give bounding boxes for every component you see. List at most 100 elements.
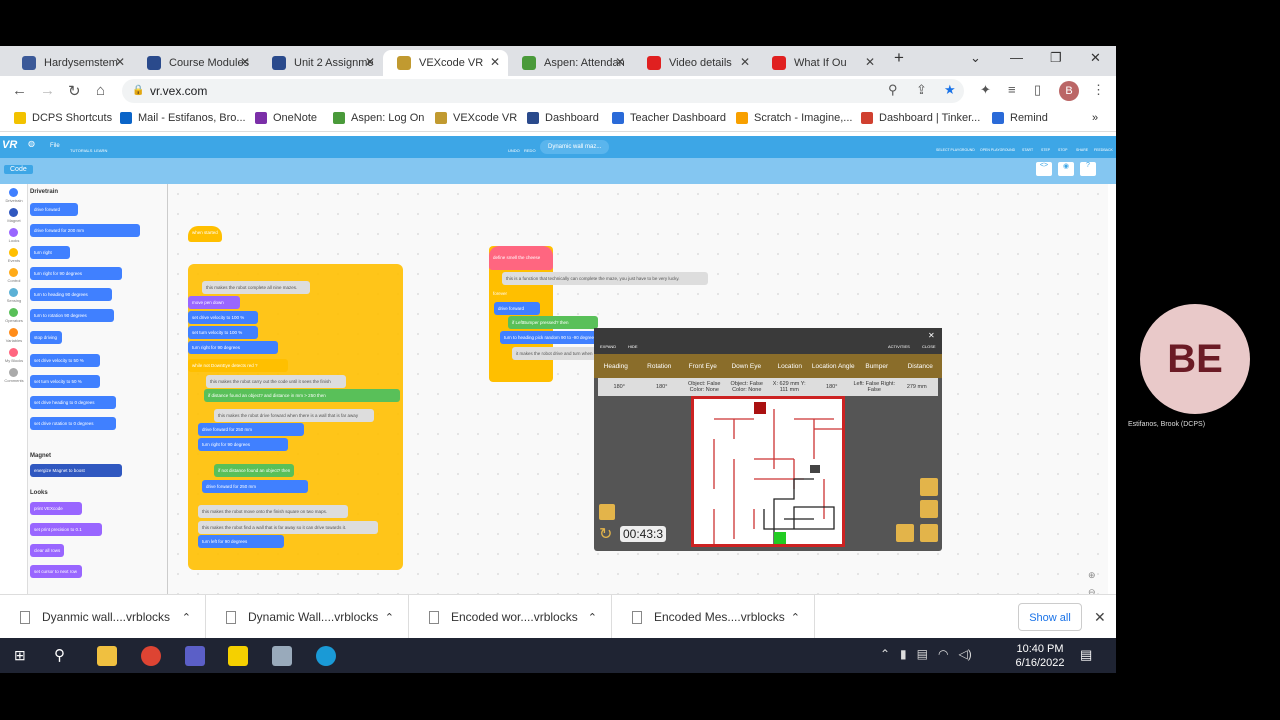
- close-icon[interactable]: ✕: [615, 55, 625, 69]
- code-block[interactable]: turn right for 90 degrees: [188, 341, 278, 354]
- activities-button[interactable]: ACTIVITIES: [888, 344, 910, 349]
- edge-icon[interactable]: [316, 646, 336, 666]
- bookmark-teacher-dashboard[interactable]: Teacher Dashboard: [612, 112, 726, 124]
- chevron-up-icon[interactable]: ⌃: [588, 611, 597, 624]
- close-icon[interactable]: ✕: [365, 55, 375, 69]
- comment-block[interactable]: this makes the robot carry out the code …: [206, 375, 346, 388]
- back-icon[interactable]: ←: [12, 82, 27, 99]
- stop-button[interactable]: STOP: [1058, 148, 1067, 152]
- side-panel-icon[interactable]: ▯: [1034, 82, 1041, 98]
- notifications-icon[interactable]: ▤: [1080, 647, 1092, 663]
- file-menu[interactable]: File: [50, 143, 60, 149]
- sticky-notes-icon[interactable]: [228, 646, 248, 666]
- comment-block[interactable]: this makes the robot complete all nine m…: [202, 281, 310, 294]
- code-block[interactable]: turn right for 90 degrees: [198, 438, 288, 451]
- restore-button[interactable]: ❐: [1050, 50, 1062, 66]
- pen-button[interactable]: [599, 504, 615, 520]
- tab-aspen[interactable]: Aspen: Attendance✕: [508, 50, 633, 76]
- windows-start-icon[interactable]: ⊞: [14, 647, 26, 664]
- download-item[interactable]: Dynamic Wall....vrblocks ⌃: [206, 595, 409, 639]
- download-item[interactable]: Encoded wor....vrblocks ⌃: [409, 595, 612, 639]
- palette-block[interactable]: clear all rows: [30, 544, 64, 557]
- zoom-in-icon[interactable]: ⊕: [1088, 570, 1098, 581]
- undo-button[interactable]: UNDO: [508, 148, 520, 153]
- when-started-block[interactable]: when started: [188, 226, 222, 242]
- show-all-button[interactable]: Show all: [1018, 603, 1082, 631]
- monitor-icon[interactable]: ◉: [1058, 162, 1074, 176]
- code-block[interactable]: if distance found an object? and distanc…: [204, 389, 400, 402]
- step-button[interactable]: STEP: [1041, 148, 1050, 152]
- category-comments-icon[interactable]: [9, 368, 18, 377]
- category-drivetrain-icon[interactable]: [9, 188, 18, 197]
- chevron-up-icon[interactable]: ⌃: [385, 611, 394, 624]
- url-field[interactable]: 🔒 vr.vex.com: [122, 79, 964, 103]
- robot-view-icon[interactable]: [920, 524, 938, 542]
- category-sensing-icon[interactable]: [9, 288, 18, 297]
- close-icon[interactable]: ✕: [115, 55, 125, 69]
- code-block[interactable]: set turn velocity to 100 %: [188, 326, 258, 339]
- zoom-icon[interactable]: ⚲: [888, 82, 898, 98]
- camera-top-icon[interactable]: [920, 500, 938, 518]
- tutorials-button[interactable]: TUTORIALS: [70, 148, 92, 153]
- define-block[interactable]: define smell the cheese: [489, 246, 553, 270]
- tab-hardysemstem[interactable]: Hardysemstem ✕: [8, 50, 133, 76]
- code-block[interactable]: drive forward: [494, 302, 540, 315]
- bookmark-dashboard[interactable]: Dashboard: [527, 112, 599, 124]
- code-block[interactable]: forever: [489, 287, 529, 300]
- close-icon[interactable]: ✕: [928, 331, 935, 340]
- more-bookmarks-icon[interactable]: »: [1092, 112, 1098, 124]
- category-events-icon[interactable]: [9, 248, 18, 257]
- bookmark-scratch[interactable]: Scratch - Imagine,...: [736, 112, 852, 124]
- bookmark-onenote[interactable]: OneNote: [255, 112, 317, 124]
- download-item[interactable]: Dyanmic wall....vrblocks ⌃: [0, 595, 206, 639]
- redo-button[interactable]: REDO: [524, 148, 536, 153]
- palette-block[interactable]: set drive heading to 0 degrees: [30, 396, 116, 409]
- new-tab-button[interactable]: +: [894, 48, 904, 68]
- minimize-button[interactable]: —: [1010, 50, 1023, 65]
- chevron-up-icon[interactable]: ⌃: [182, 611, 191, 624]
- grid-view-icon[interactable]: [920, 478, 938, 496]
- home-icon[interactable]: ⌂: [96, 82, 105, 99]
- project-name[interactable]: Dynamic wall maz...: [540, 140, 610, 154]
- select-playground-button[interactable]: SELECT PLAYGROUND: [936, 148, 975, 152]
- palette-block[interactable]: stop driving: [30, 331, 62, 344]
- reading-list-icon[interactable]: ≡: [1008, 82, 1016, 97]
- tab-what-if[interactable]: What If Ou ✕: [758, 50, 883, 76]
- category-looks-icon[interactable]: [9, 228, 18, 237]
- category-control-icon[interactable]: [9, 268, 18, 277]
- code-block[interactable]: set drive velocity to 100 %: [188, 311, 258, 324]
- system-tray[interactable]: ⌃ ▮ ▤ ◠ ◁): [880, 647, 972, 661]
- code-block[interactable]: move pen down: [188, 296, 240, 309]
- category-magnet-icon[interactable]: [9, 208, 18, 217]
- close-icon[interactable]: ✕: [240, 55, 250, 69]
- bookmark-vexcode[interactable]: VEXcode VR: [435, 112, 517, 124]
- comment-block[interactable]: this makes the robot move onto the finis…: [198, 505, 348, 518]
- category-variables-icon[interactable]: [9, 328, 18, 337]
- palette-block[interactable]: set print precision to 0.1: [30, 523, 102, 536]
- code-view-icon[interactable]: <>: [1036, 162, 1052, 176]
- extensions-icon[interactable]: ✦: [980, 82, 991, 98]
- close-icon[interactable]: ✕: [865, 55, 875, 69]
- tab-course-modules[interactable]: Course Modules ✕: [133, 50, 258, 76]
- search-icon[interactable]: ⚲: [54, 646, 65, 664]
- bookmark-dcps[interactable]: DCPS Shortcuts: [14, 112, 112, 124]
- close-icon[interactable]: ✕: [490, 55, 500, 69]
- palette-block[interactable]: set drive velocity to 50 %: [30, 354, 100, 367]
- tab-unit2[interactable]: Unit 2 Assignments✕: [258, 50, 383, 76]
- category-my-blocks-icon[interactable]: [9, 348, 18, 357]
- tab-vexcode[interactable]: VEXcode VR ✕: [383, 50, 508, 76]
- teams-icon[interactable]: [185, 646, 205, 666]
- reload-icon[interactable]: ↻: [68, 82, 81, 100]
- category-operators-icon[interactable]: [9, 308, 18, 317]
- system-clock[interactable]: 10:40 PM 6/16/2022: [1010, 642, 1070, 670]
- paint-icon[interactable]: [272, 646, 292, 666]
- close-icon[interactable]: ✕: [740, 55, 750, 69]
- palette-block[interactable]: set turn velocity to 50 %: [30, 375, 100, 388]
- share-icon[interactable]: ⇪: [916, 82, 927, 98]
- bookmark-star-icon[interactable]: ★: [944, 82, 956, 98]
- code-block[interactable]: while not DownEye detects red ?: [188, 359, 288, 372]
- start-button[interactable]: START: [1022, 148, 1033, 152]
- reset-icon[interactable]: ↻: [599, 524, 612, 544]
- palette-block[interactable]: print VEXcode: [30, 502, 82, 515]
- palette-block[interactable]: drive forward: [30, 203, 78, 216]
